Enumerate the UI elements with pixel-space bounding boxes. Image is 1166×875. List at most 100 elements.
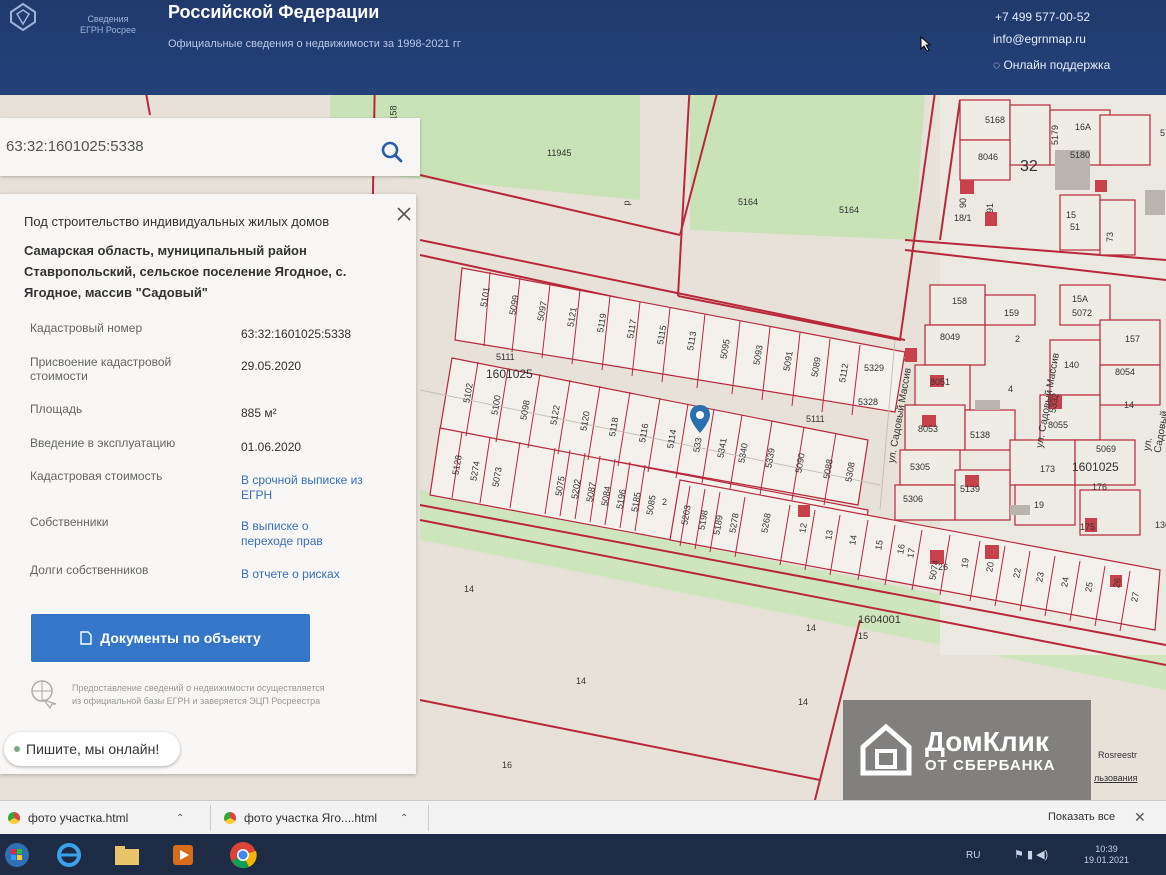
download-item[interactable]: фото участка Яго....html ⌃ (224, 805, 420, 831)
close-icon[interactable]: ✕ (1134, 809, 1146, 826)
cadastral-search-input[interactable] (6, 132, 366, 160)
commissioning-label: Введение в эксплуатацию (30, 436, 176, 450)
cadastral-value-link[interactable]: В срочной выписке из ЕГРН (241, 473, 371, 503)
parcel-number: 5332 (1047, 392, 1061, 414)
chrome-icon (230, 842, 257, 869)
owners-label: Собственники (30, 515, 109, 529)
ie-taskbar-button[interactable] (52, 839, 86, 871)
valuation-date-label: Присвоение кадастровой стоимости (30, 355, 172, 383)
parcel-number: 5072 (1072, 308, 1093, 318)
email-link[interactable]: info@egrnmap.ru (993, 32, 1086, 46)
parcel-number: 5113 (685, 330, 699, 352)
map-label: 15 (858, 631, 869, 641)
parcel-number: 8053 (918, 424, 939, 434)
media-player-icon (173, 845, 193, 865)
chevron-up-icon[interactable]: ⌃ (400, 813, 408, 824)
parcel-number: 5075 (553, 475, 567, 497)
online-support-link[interactable]: ◌ Онлайн поддержка (993, 58, 1110, 72)
chevron-up-icon[interactable]: ⌃ (176, 813, 184, 824)
parcel-number: 5114 (665, 428, 679, 450)
chrome-taskbar-button[interactable] (226, 839, 260, 871)
parcel-number: 5308 (843, 461, 857, 483)
map-label: 5 (1160, 128, 1166, 138)
map-label: 5111 (496, 352, 515, 362)
object-documents-button[interactable]: Документы по объекту (31, 614, 310, 662)
download-item[interactable]: фото участка.html ⌃ (8, 805, 198, 831)
parcel-number: 5189 (711, 514, 725, 536)
watermark-line1: ДомКлик (925, 725, 1049, 757)
map-label: 14 (798, 697, 809, 707)
docs-button-label: Документы по объекту (100, 630, 261, 646)
support-label: Онлайн поддержка (1003, 58, 1111, 72)
flag-icon[interactable]: ⚑ (1014, 849, 1024, 861)
phone-number[interactable]: +7 499 577-00-52 (995, 10, 1090, 24)
domclick-watermark: ДомКлик ОТ СБЕРБАНКА (843, 700, 1091, 800)
windows-taskbar: RU ⚑ ▮ ◀) 10:39 19.01.2021 (0, 834, 1166, 875)
show-all-downloads-button[interactable]: Показать все (1048, 811, 1115, 823)
parcel-number: 5118 (607, 416, 621, 438)
map-label: 91 (985, 202, 996, 214)
tray-icons[interactable]: ⚑ ▮ ◀) (1014, 848, 1048, 861)
volume-icon[interactable]: ◀) (1036, 849, 1048, 861)
parcel-number: 8055 (1048, 420, 1069, 430)
download-filename: фото участка Яго....html (244, 811, 378, 825)
street-label: ул. Садовый Массив (886, 367, 914, 464)
map-label: 51 (1070, 222, 1081, 232)
emblem-icon[interactable] (8, 2, 38, 32)
map-label: 14 (806, 623, 817, 633)
parcel-number: 5100 (489, 394, 503, 416)
owners-link[interactable]: В выписке о переходе прав (241, 519, 351, 549)
map-label: р (621, 200, 632, 206)
map-label: 73 (1105, 231, 1116, 243)
internet-explorer-icon (57, 843, 81, 867)
parcel-number: 20 (984, 561, 996, 573)
online-chat-button[interactable]: Пишите, мы онлайн! (4, 732, 180, 766)
close-icon[interactable] (396, 206, 412, 222)
map-attribution[interactable]: Rosreestr (1098, 750, 1137, 760)
parcel-number: 5102 (461, 382, 475, 404)
parcel-number: 26 (938, 562, 949, 572)
parcel-number: 173 (1040, 464, 1056, 474)
parcel-number: 5093 (751, 344, 765, 366)
cadastral-number-label: Кадастровый номер (30, 321, 143, 335)
chrome-file-icon (8, 812, 20, 824)
logo-text[interactable]: Сведения ЕГРН Росрее (78, 14, 138, 36)
parcel-number: 5121 (565, 306, 579, 328)
divider (428, 805, 429, 831)
explorer-taskbar-button[interactable] (110, 839, 144, 871)
parcel-number: 5117 (625, 318, 639, 340)
watermark-text: ДомКлик ОТ СБЕРБАНКА (925, 725, 1056, 774)
watermark-line2: ОТ СБЕРБАНКА (925, 756, 1056, 774)
start-button[interactable] (0, 839, 34, 871)
search-icon[interactable] (380, 140, 404, 164)
parcel-number: 27 (1129, 591, 1141, 603)
valuation-date-value: 29.05.2020 (241, 359, 302, 373)
terms-link[interactable]: льзования (1094, 773, 1138, 783)
parcel-number: 8051 (930, 377, 951, 387)
parcel-number: 5088 (821, 458, 835, 480)
cadastral-value-label: Кадастровая стоимость (30, 469, 163, 483)
parcel-number: 2 (662, 497, 668, 507)
house-logo-icon (860, 723, 912, 776)
street-label: ул. Садовый (1141, 410, 1166, 454)
parcel-number: 5069 (1096, 444, 1117, 454)
folder-icon (115, 846, 139, 865)
parcel-number: 5328 (858, 397, 879, 407)
parcel-info-panel: Под строительство индивидуальных жилых д… (0, 194, 416, 774)
map-pin-icon[interactable] (689, 404, 711, 434)
media-player-taskbar-button[interactable] (166, 839, 200, 871)
parcel-number: 5139 (960, 484, 981, 494)
map-label: 16А (1075, 122, 1092, 132)
owner-debts-link[interactable]: В отчете о рисках (241, 567, 401, 582)
map-label: 5164 (738, 197, 759, 207)
parcel-number: 15 (873, 539, 885, 551)
parcel-number: 8054 (1115, 367, 1136, 377)
site-title: Российской Федерации (168, 2, 380, 22)
parcel-number: 5340 (736, 442, 750, 464)
parcel-number: 15А (1072, 294, 1089, 304)
keyboard-language[interactable]: RU (966, 850, 980, 861)
parcel-number: 5305 (910, 462, 931, 472)
network-icon[interactable]: ▮ (1027, 849, 1033, 861)
clock[interactable]: 10:39 19.01.2021 (1084, 844, 1129, 866)
clock-date: 19.01.2021 (1084, 855, 1130, 865)
